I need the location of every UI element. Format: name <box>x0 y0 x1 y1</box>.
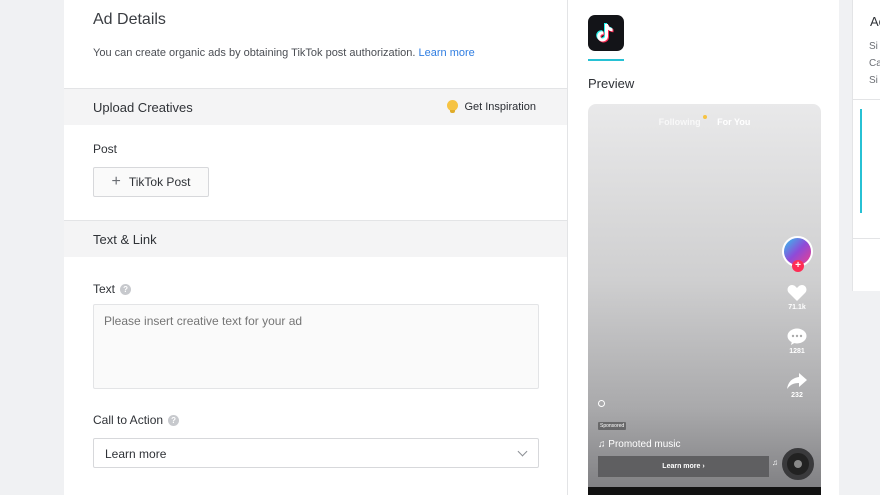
right-panel-accent-bar <box>860 109 862 213</box>
text-link-title: Text & Link <box>93 232 157 247</box>
upload-creatives-title: Upload Creatives <box>93 100 193 115</box>
preview-label: Preview <box>588 76 635 91</box>
comment-icon <box>787 328 807 345</box>
text-label: Text <box>93 282 116 296</box>
right-panel-divider <box>853 99 880 100</box>
notification-dot <box>702 115 707 119</box>
follow-plus-icon: + <box>792 260 804 272</box>
active-tab-indicator <box>588 59 624 61</box>
comment-count: 1281 <box>789 348 805 355</box>
help-icon[interactable]: ? <box>168 414 180 426</box>
phone-bottom-nav <box>588 487 821 495</box>
right-panel-line-3: Si <box>869 75 878 86</box>
chevron-down-icon <box>517 446 528 457</box>
get-inspiration-button[interactable]: Get Inspiration <box>447 100 536 114</box>
right-panel-title: Ac <box>870 14 880 29</box>
plus-icon: + <box>111 173 121 190</box>
text-field-label: Text ? <box>93 282 132 296</box>
info-icon <box>598 400 605 407</box>
right-panel-divider <box>853 238 880 239</box>
music-disc-icon <box>782 448 814 480</box>
learn-more-cta-bar: Learn more › <box>598 456 769 477</box>
creative-text-input[interactable] <box>93 304 539 389</box>
cta-field-label: Call to Action ? <box>93 413 180 427</box>
learn-more-link[interactable]: Learn more <box>419 47 475 59</box>
tiktok-post-button[interactable]: + TikTok Post <box>93 167 209 197</box>
get-inspiration-label: Get Inspiration <box>464 101 536 113</box>
right-side-panel: Ac Si Ca Si <box>852 0 880 291</box>
comment-action: 1281 <box>784 328 810 355</box>
learn-more-cta-label: Learn more <box>662 463 701 470</box>
ad-details-description: You can create organic ads by obtaining … <box>93 47 416 59</box>
preview-panel: Preview Following For You + 71.1k 1281 2… <box>568 0 839 495</box>
heart-icon <box>787 285 807 301</box>
upload-creatives-header: Upload Creatives Get Inspiration <box>64 88 567 125</box>
like-action: 71.1k <box>784 284 810 311</box>
tab-following-label: Following <box>658 117 701 127</box>
ad-details-title: Ad Details <box>93 11 166 28</box>
share-action: 232 <box>784 372 810 399</box>
text-link-header: Text & Link <box>64 220 567 257</box>
promoted-music-label: ♫ Promoted music <box>598 439 681 450</box>
share-icon <box>787 373 807 389</box>
sponsored-badge: Sponsored <box>598 422 627 430</box>
tab-following: Following <box>658 115 707 127</box>
phone-preview: Following For You + 71.1k 1281 232 Spons… <box>588 104 821 495</box>
right-panel-line-2: Ca <box>869 58 880 69</box>
right-panel-line-1: Si <box>869 41 878 52</box>
help-icon[interactable]: ? <box>120 283 132 295</box>
cta-selected-value: Learn more <box>105 447 167 461</box>
tiktok-logo-icon <box>596 23 614 43</box>
lightbulb-icon <box>447 100 459 114</box>
tab-for-you: For You <box>717 117 751 127</box>
post-label-text: Post <box>93 142 118 156</box>
ad-details-subtitle: You can create organic ads by obtaining … <box>93 47 475 59</box>
call-to-action-select[interactable]: Learn more <box>93 438 539 468</box>
music-note-icon: ♫ <box>772 458 778 467</box>
share-count: 232 <box>791 392 803 399</box>
like-count: 71.1k <box>788 304 806 311</box>
avatar: + <box>782 236 813 272</box>
tiktok-post-button-label: TikTok Post <box>128 175 191 189</box>
tiktok-logo-tab[interactable] <box>588 15 624 51</box>
phone-feed-tabs: Following For You <box>588 115 821 127</box>
post-label: Post <box>93 142 117 156</box>
cta-label: Call to Action <box>93 413 164 427</box>
ad-details-panel: Ad Details You can create organic ads by… <box>64 0 568 495</box>
